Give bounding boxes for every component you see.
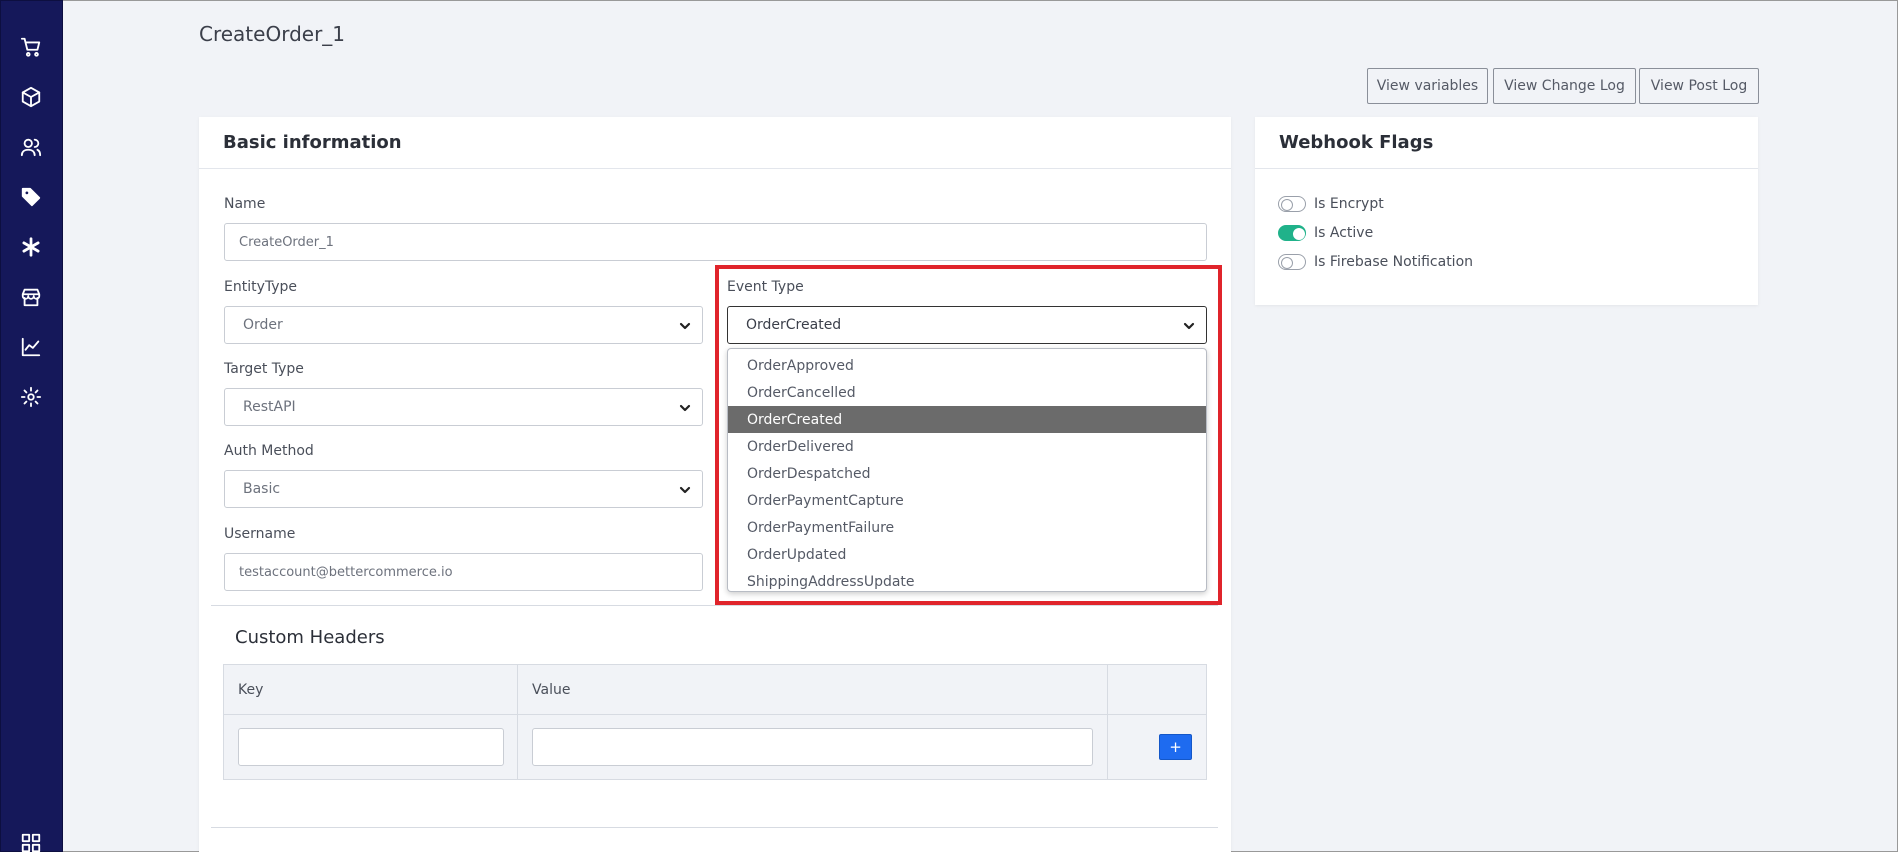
value-column-header: Value: [518, 665, 1108, 714]
toggle-switch[interactable]: [1278, 254, 1306, 270]
box-icon[interactable]: [19, 85, 43, 109]
target-type-select[interactable]: RestAPI: [224, 388, 703, 426]
page-title: CreateOrder_1: [199, 22, 346, 46]
store-icon[interactable]: [19, 285, 43, 309]
action-cell: +: [1108, 715, 1206, 779]
dropdown-option[interactable]: OrderPaymentFailure: [728, 514, 1206, 541]
view-variables-button[interactable]: View variables: [1367, 68, 1488, 104]
username-label: Username: [224, 526, 296, 542]
username-input[interactable]: testaccount@bettercommerce.io: [224, 553, 703, 591]
actions-column-header: [1108, 665, 1206, 714]
value-cell: [518, 715, 1108, 779]
dropdown-option[interactable]: OrderDespatched: [728, 460, 1206, 487]
target-type-label: Target Type: [224, 361, 304, 377]
entity-type-select[interactable]: Order: [224, 306, 703, 344]
target-type-value: RestAPI: [243, 399, 296, 415]
auth-method-label: Auth Method: [224, 443, 314, 459]
dropdown-option[interactable]: OrderApproved: [728, 352, 1206, 379]
table-header-row: Key Value: [224, 665, 1206, 715]
card-title: Webhook Flags: [1255, 117, 1758, 169]
card-title: Basic information: [199, 117, 1231, 169]
grid-icon[interactable]: [19, 831, 43, 852]
flag-is-active[interactable]: Is Active: [1278, 225, 1373, 241]
flag-is-firebase-notification[interactable]: Is Firebase Notification: [1278, 254, 1473, 270]
key-cell: [224, 715, 518, 779]
value-input[interactable]: [532, 728, 1093, 766]
toggle-switch[interactable]: [1278, 196, 1306, 212]
name-label: Name: [224, 196, 266, 212]
chevron-down-icon: [678, 401, 692, 415]
add-header-button[interactable]: +: [1159, 734, 1192, 760]
flag-label: Is Encrypt: [1314, 196, 1384, 212]
users-icon[interactable]: [19, 135, 43, 159]
event-type-value: OrderCreated: [746, 317, 842, 333]
dropdown-option[interactable]: OrderPaymentCapture: [728, 487, 1206, 514]
auth-method-value: Basic: [243, 481, 281, 497]
view-change-log-button[interactable]: View Change Log: [1493, 68, 1636, 104]
divider: [211, 605, 1218, 606]
custom-headers-table: Key Value +: [223, 664, 1207, 780]
entity-type-value: Order: [243, 317, 283, 333]
custom-headers-title: Custom Headers: [235, 627, 385, 648]
dropdown-option[interactable]: OrderCancelled: [728, 379, 1206, 406]
chevron-down-icon: [1182, 319, 1196, 333]
name-input[interactable]: CreateOrder_1: [224, 223, 1207, 261]
dropdown-option[interactable]: OrderUpdated: [728, 541, 1206, 568]
chart-line-icon[interactable]: [19, 335, 43, 359]
event-type-select[interactable]: OrderCreated: [727, 306, 1207, 344]
gear-icon[interactable]: [19, 385, 43, 409]
dropdown-option[interactable]: OrderDelivered: [728, 433, 1206, 460]
cart-icon[interactable]: [19, 35, 43, 59]
sidebar: [0, 0, 63, 852]
event-type-label: Event Type: [727, 279, 804, 295]
key-input[interactable]: [238, 728, 504, 766]
event-type-dropdown: OrderApproved OrderCancelled OrderCreate…: [727, 348, 1207, 592]
flag-label: Is Firebase Notification: [1314, 254, 1474, 270]
flag-is-encrypt[interactable]: Is Encrypt: [1278, 196, 1384, 212]
dropdown-option-selected[interactable]: OrderCreated: [728, 406, 1206, 433]
asterisk-icon[interactable]: [19, 235, 43, 259]
dropdown-option[interactable]: ShippingAddressUpdate: [728, 568, 1206, 595]
key-column-header: Key: [224, 665, 518, 714]
chevron-down-icon: [678, 483, 692, 497]
flag-label: Is Active: [1314, 225, 1374, 241]
entity-type-label: EntityType: [224, 279, 298, 295]
divider: [211, 827, 1218, 828]
tags-icon[interactable]: [19, 185, 43, 209]
view-post-log-button[interactable]: View Post Log: [1639, 68, 1759, 104]
chevron-down-icon: [678, 319, 692, 333]
auth-method-select[interactable]: Basic: [224, 470, 703, 508]
toggle-switch[interactable]: [1278, 225, 1306, 241]
table-row: +: [224, 715, 1206, 779]
